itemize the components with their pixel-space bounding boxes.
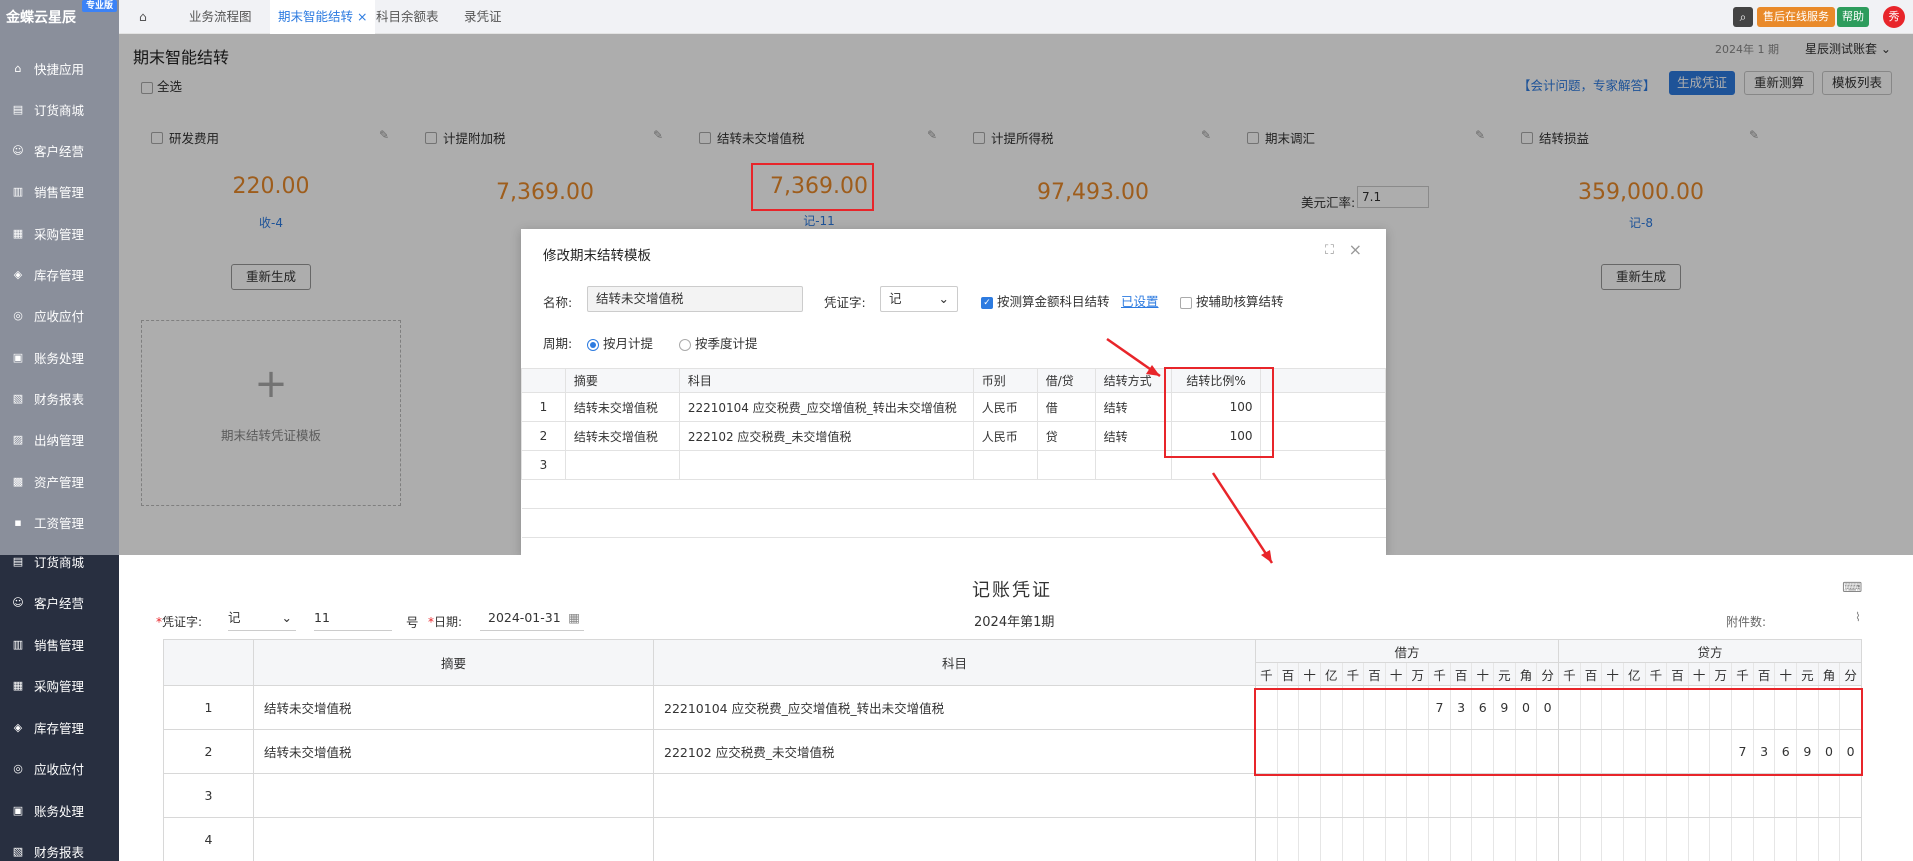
annotation-arrows — [1106, 337, 1274, 564]
